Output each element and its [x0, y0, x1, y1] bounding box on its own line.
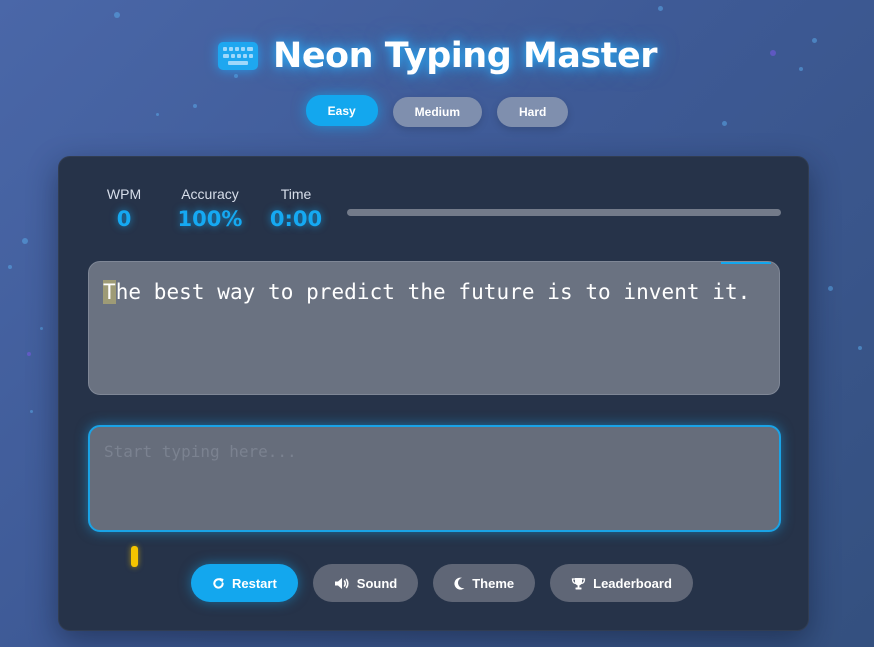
difficulty-medium-button[interactable]: Medium	[392, 97, 483, 127]
restart-icon	[213, 577, 224, 589]
difficulty-hard-button[interactable]: Hard	[497, 97, 569, 127]
difficulty-easy-button[interactable]: Easy	[305, 95, 378, 126]
star	[30, 410, 33, 413]
wpm-stat: WPM 0	[105, 187, 143, 231]
leaderboard-button[interactable]: Leaderboard	[550, 564, 693, 602]
app-header: Neon Typing Master	[0, 30, 874, 82]
quote-display: The best way to predict the future is to…	[88, 261, 780, 395]
current-character: T	[103, 280, 116, 304]
restart-button[interactable]: Restart	[191, 564, 298, 602]
star	[658, 6, 663, 11]
moon-icon	[454, 577, 465, 590]
theme-label: Theme	[472, 575, 515, 591]
star	[828, 286, 833, 291]
time-label: Time	[280, 186, 312, 202]
accuracy-value: 100%	[177, 207, 243, 231]
progress-bar	[347, 209, 781, 216]
wpm-value: 0	[116, 207, 132, 231]
star	[8, 265, 12, 269]
quote-remaining-text: he best way to predict the future is to …	[115, 280, 751, 304]
caret-indicator	[131, 546, 138, 567]
leaderboard-label: Leaderboard	[593, 575, 672, 591]
keyboard-icon	[218, 42, 259, 70]
quote-accent-bar	[721, 262, 771, 264]
star	[114, 12, 120, 18]
time-stat: Time 0:00	[267, 187, 325, 231]
typing-panel: WPM 0 Accuracy 100% Time 0:00 The best w…	[58, 156, 809, 631]
volume-icon	[334, 577, 349, 589]
app-title: Neon Typing Master	[273, 36, 657, 76]
control-buttons: Restart Sound Theme Leaderboard	[191, 564, 693, 602]
sound-label: Sound	[356, 575, 398, 591]
star	[27, 352, 31, 356]
restart-label: Restart	[232, 575, 277, 591]
accuracy-stat: Accuracy 100%	[177, 187, 243, 231]
theme-button[interactable]: Theme	[433, 564, 536, 602]
star	[40, 327, 43, 330]
sound-button[interactable]: Sound	[312, 564, 419, 602]
time-value: 0:00	[269, 207, 323, 231]
star	[858, 346, 862, 350]
trophy-icon	[571, 577, 586, 589]
quote-text: The best way to predict the future is to…	[103, 280, 750, 304]
accuracy-label: Accuracy	[181, 186, 239, 202]
difficulty-selector: Easy Medium Hard	[0, 95, 874, 127]
wpm-label: WPM	[106, 186, 142, 202]
typing-input[interactable]	[88, 425, 781, 532]
star	[22, 238, 28, 244]
